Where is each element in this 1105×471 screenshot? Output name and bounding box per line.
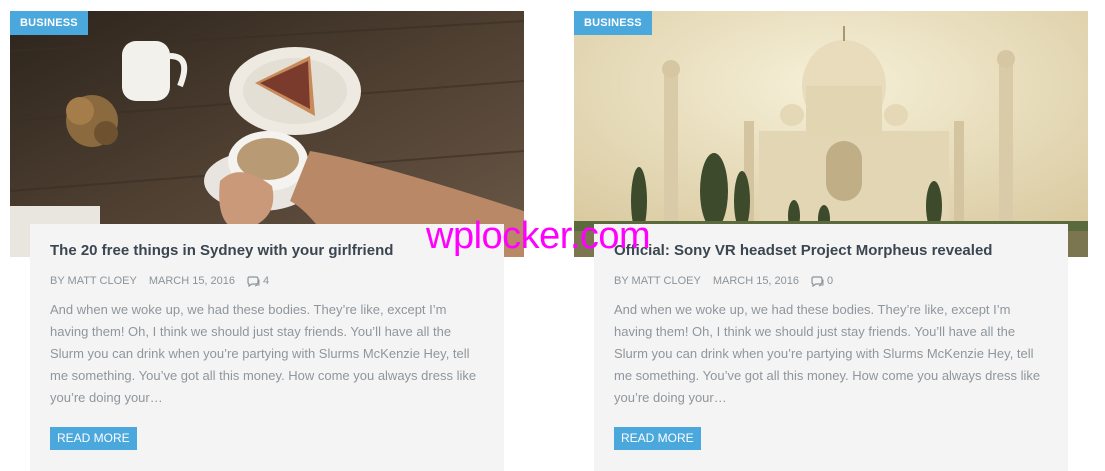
read-more-button[interactable]: READ MORE	[50, 427, 137, 450]
read-more-button[interactable]: READ MORE	[614, 427, 701, 450]
post-date[interactable]: MARCH 15, 2016	[713, 275, 799, 287]
comment-count-value: 0	[827, 275, 834, 287]
post-title[interactable]: Official: Sony VR headset Project Morphe…	[614, 242, 1054, 259]
comments-icon	[811, 275, 824, 287]
post-content-panel: The 20 free things in Sydney with your g…	[30, 224, 504, 471]
post-content-panel: Official: Sony VR headset Project Morphe…	[594, 224, 1068, 471]
category-badge[interactable]: BUSINESS	[574, 11, 652, 35]
comments-icon	[247, 275, 260, 287]
category-badge[interactable]: BUSINESS	[10, 11, 88, 35]
post-meta: BY MATT CLOEY MARCH 15, 2016 0	[614, 275, 833, 287]
post-title[interactable]: The 20 free things in Sydney with your g…	[50, 242, 490, 259]
post-excerpt: And when we woke up, we had these bodies…	[614, 302, 1041, 405]
post-meta: BY MATT CLOEY MARCH 15, 2016 4	[50, 275, 269, 287]
post-author[interactable]: BY MATT CLOEY	[614, 275, 701, 287]
post-author[interactable]: BY MATT CLOEY	[50, 275, 137, 287]
post-date[interactable]: MARCH 15, 2016	[149, 275, 235, 287]
post-card: BUSINESS Official: Sony VR headset Proje…	[574, 11, 1088, 471]
comment-count-value: 4	[263, 275, 270, 287]
post-excerpt: And when we woke up, we had these bodies…	[50, 302, 477, 405]
comment-count[interactable]: 0	[811, 275, 833, 287]
watermark-text: wplocker.com	[426, 215, 651, 257]
post-thumbnail-taj-mahal[interactable]: BUSINESS	[574, 11, 1088, 257]
comment-count[interactable]: 4	[247, 275, 269, 287]
